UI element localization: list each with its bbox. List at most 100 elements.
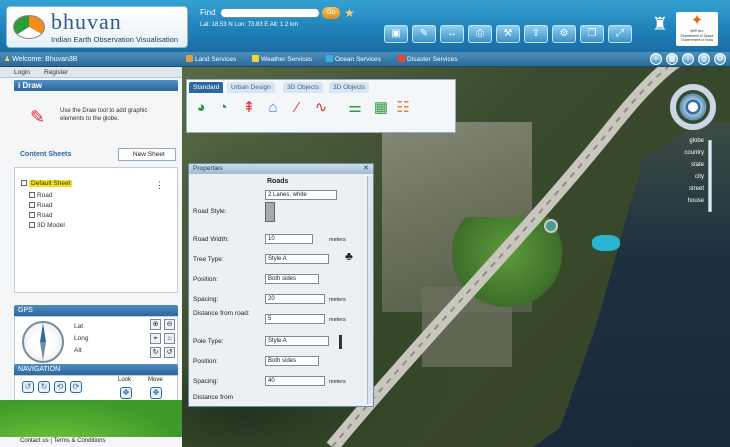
- grid-icon[interactable]: ▦: [666, 53, 678, 65]
- tools-icon[interactable]: ⚒: [496, 25, 520, 43]
- zoom-level-city[interactable]: city: [648, 174, 704, 180]
- gps-button[interactable]: ↺: [164, 347, 175, 358]
- header-bar: bhuvan Indian Earth Observation Visualis…: [0, 0, 730, 52]
- zoom-level-country[interactable]: country: [648, 150, 704, 156]
- zoom-level-state[interactable]: state: [648, 162, 704, 168]
- tree-item-road[interactable]: Road: [29, 192, 53, 199]
- spacing-input-2[interactable]: 40: [265, 376, 325, 386]
- zoom-slider[interactable]: [708, 140, 712, 212]
- footer-strip: Contact us | Terms & Conditions: [0, 437, 182, 447]
- traffic-icon[interactable]: ☷: [393, 98, 413, 118]
- tilt-down-button[interactable]: ⟳: [70, 381, 82, 393]
- tree-item-road[interactable]: Road: [29, 212, 53, 219]
- zoom-level-house[interactable]: house: [648, 198, 704, 204]
- footer-link[interactable]: Contact us | Terms & Conditions: [20, 438, 106, 444]
- login-link[interactable]: Login: [14, 69, 30, 76]
- road-style-label: Road Style:: [193, 208, 227, 215]
- measure-icon[interactable]: ↔: [440, 25, 464, 43]
- pole-type-label: Pole Type:: [193, 338, 224, 345]
- move-joystick-icon[interactable]: ✥: [150, 387, 162, 399]
- path-tool-icon[interactable]: ∿: [311, 98, 331, 118]
- tab-standard[interactable]: Standard: [189, 82, 224, 93]
- road-tool-icon[interactable]: ⚌: [345, 98, 365, 118]
- menu-disaster-services[interactable]: Disaster Services: [398, 55, 458, 63]
- register-link[interactable]: Register: [44, 69, 68, 76]
- isro-logo: ✦ इसरो isro Department of Space Governme…: [676, 12, 718, 46]
- bhuvan-logo[interactable]: bhuvan Indian Earth Observation Visualis…: [6, 6, 188, 48]
- settings-icon[interactable]: ⚙: [552, 25, 576, 43]
- grid-tool-icon[interactable]: ▦: [371, 98, 391, 118]
- globe-add-icon[interactable]: ◕: [191, 98, 211, 118]
- gps-button[interactable]: ⌖: [150, 333, 161, 344]
- position-label: Position:: [193, 276, 218, 283]
- layers-icon[interactable]: ▣: [384, 25, 408, 43]
- rotate-right-button[interactable]: ↻: [38, 381, 50, 393]
- info-icon[interactable]: i: [682, 53, 694, 65]
- pole-type-select[interactable]: Style A: [265, 336, 329, 346]
- look-joystick-icon[interactable]: ✥: [120, 387, 132, 399]
- draw-hint: Use the Draw tool to add graphic element…: [60, 108, 148, 122]
- new-sheet-button[interactable]: New Sheet: [118, 148, 176, 161]
- meters-unit: meters: [329, 379, 346, 385]
- tab-3d-objects-2[interactable]: 3D Objects: [329, 82, 370, 93]
- tree-type-select[interactable]: Style A: [265, 254, 329, 264]
- road-width-input[interactable]: 10: [265, 234, 313, 244]
- spacing-input[interactable]: 20: [265, 294, 325, 304]
- gps-button[interactable]: ⌂: [164, 333, 175, 344]
- tilt-up-button[interactable]: ⟲: [54, 381, 66, 393]
- zoom-level-globe[interactable]: globe: [648, 138, 704, 144]
- meters-unit: meters: [329, 317, 346, 323]
- road-swatch: [265, 202, 275, 222]
- tab-urban-design[interactable]: Urban Design: [227, 82, 275, 93]
- distance-input[interactable]: 5: [265, 314, 325, 324]
- close-icon[interactable]: ✕: [363, 164, 369, 172]
- tree-item-road[interactable]: Road: [29, 202, 53, 209]
- tab-3d-objects[interactable]: 3D Objects: [283, 82, 324, 93]
- fullscreen-icon[interactable]: ⤢: [608, 25, 632, 43]
- draw-icon[interactable]: ✎: [412, 25, 436, 43]
- menu-label: Weather Services: [261, 56, 313, 63]
- menu-land-services[interactable]: Land Services: [186, 55, 236, 63]
- rotate-left-button[interactable]: ↺: [22, 381, 34, 393]
- navigation-center-icon[interactable]: [686, 100, 700, 114]
- menu-weather-services[interactable]: Weather Services: [252, 55, 312, 63]
- gps-button[interactable]: ↻: [150, 347, 161, 358]
- print-icon[interactable]: ⎙: [468, 25, 492, 43]
- look-label: Look: [118, 377, 132, 383]
- menu-label: Disaster Services: [407, 56, 458, 63]
- position-select[interactable]: Both sides: [265, 274, 319, 284]
- globe-edit-icon[interactable]: ◔: [213, 98, 233, 118]
- spacing-label: Spacing:: [193, 296, 219, 303]
- globe-icon[interactable]: ◍: [698, 53, 710, 65]
- plus-icon[interactable]: +: [650, 53, 662, 65]
- tree-item-label: Road: [37, 202, 53, 209]
- properties-scrollbar[interactable]: [367, 176, 373, 404]
- zoom-level-street[interactable]: street: [648, 186, 704, 192]
- help-icon[interactable]: ★: [344, 6, 355, 20]
- tree-item-label: Road: [37, 212, 53, 219]
- building-icon[interactable]: ⌂: [263, 98, 283, 118]
- checkbox[interactable]: [29, 212, 35, 218]
- road-style-select[interactable]: 2 Lanes, white: [265, 190, 337, 200]
- tree-item-3d-model[interactable]: 3D Model: [29, 222, 65, 229]
- gps-button[interactable]: ⊖: [164, 319, 175, 330]
- gps-button[interactable]: ⊕: [150, 319, 161, 330]
- checkbox[interactable]: [21, 180, 27, 186]
- menu-ocean-services[interactable]: Ocean Services: [326, 55, 381, 63]
- road-width-label: Road Width:: [193, 236, 229, 243]
- window-icon[interactable]: ❐: [580, 25, 604, 43]
- find-input[interactable]: [220, 8, 320, 18]
- placemark-icon[interactable]: ⇞: [239, 98, 259, 118]
- checkbox[interactable]: [29, 222, 35, 228]
- tree-options-icon[interactable]: ⋮: [155, 180, 164, 191]
- checkbox[interactable]: [29, 192, 35, 198]
- tree-root[interactable]: Default Sheet: [21, 180, 73, 187]
- logo-subtitle: Indian Earth Observation Visualisation: [51, 35, 179, 44]
- navigation-header: NAVIGATION: [14, 364, 178, 375]
- gear-icon[interactable]: ⚙: [714, 53, 726, 65]
- position-select-2[interactable]: Both sides: [265, 356, 319, 366]
- checkbox[interactable]: [29, 202, 35, 208]
- line-tool-icon[interactable]: ⁄: [287, 98, 307, 118]
- go-button[interactable]: Go: [322, 7, 340, 19]
- share-icon[interactable]: ⇪: [524, 25, 548, 43]
